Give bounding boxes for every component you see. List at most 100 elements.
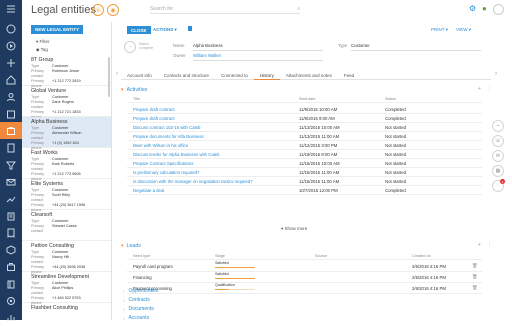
feed-icon[interactable]: ⌁ xyxy=(492,120,504,132)
actions-menu[interactable]: ACTIONS ▾ xyxy=(153,27,177,33)
table-row[interactable]: Prepare draft contract 11/9/2015 9:00 AM C… xyxy=(127,114,482,123)
account-logo[interactable]: ◔ xyxy=(124,41,136,53)
entity-contact[interactable]: Alexander Wilson xyxy=(52,131,82,141)
leads-menu-icon[interactable]: ⋮ xyxy=(487,242,492,248)
search-input[interactable]: Search for ⌕ xyxy=(150,5,300,14)
section-link[interactable]: › Documents xyxy=(123,306,154,312)
tabs-next-arrow[interactable]: › xyxy=(495,71,497,77)
entity-name[interactable]: Global Venture xyxy=(31,88,111,94)
entity-name[interactable]: 8T Group xyxy=(31,57,111,63)
feed-button[interactable]: ◉ xyxy=(107,4,119,16)
table-row[interactable]: Payroll card program Satisfied 2/6/2016 4:… xyxy=(127,261,482,272)
list-scrollbar[interactable] xyxy=(108,57,110,97)
list-item[interactable]: 8T Group Type Customer Primary contact Robin… xyxy=(22,55,111,88)
play-icon[interactable] xyxy=(0,37,22,54)
list-item[interactable]: Streamline Development Type Customer Primar… xyxy=(22,272,111,305)
phone-button[interactable]: ☏ xyxy=(92,4,104,16)
tab-item[interactable]: Attachments and notes xyxy=(280,71,338,80)
documents-icon[interactable] xyxy=(0,139,22,156)
mail-icon[interactable] xyxy=(0,173,22,190)
products-icon[interactable] xyxy=(0,241,22,258)
entity-name[interactable]: Clearsoft xyxy=(31,212,111,218)
delete-icon[interactable]: 🗑 xyxy=(472,274,477,280)
col-created[interactable]: Created on xyxy=(412,254,431,258)
section-link[interactable]: › Accounts xyxy=(123,315,149,321)
table-row[interactable]: Financing Satisfied 2/6/2016 4:16 PM 🗑 xyxy=(127,272,482,283)
tag-button[interactable]: ◆ Tag xyxy=(36,47,48,53)
activity-title[interactable]: Negotiate a deal xyxy=(133,188,164,193)
table-row[interactable]: Meet with Wilson in his office 11/12/2015… xyxy=(127,141,482,150)
activity-title[interactable]: Prepare documents for Alfa Business xyxy=(133,134,204,139)
notifications-icon[interactable]: ◌ 5 xyxy=(492,179,505,192)
activities-add-icon[interactable]: + xyxy=(478,86,481,92)
home-icon[interactable] xyxy=(0,20,22,37)
table-row[interactable]: Discuss tender for Alpha Business with C… xyxy=(127,150,482,159)
phone-icon[interactable]: ☏ xyxy=(492,135,504,147)
calendar-icon[interactable] xyxy=(0,105,22,122)
col-title[interactable]: Title xyxy=(133,97,140,101)
entity-contact[interactable]: Stewart Casse xyxy=(52,224,77,234)
activities-section-header[interactable]: ▾ Activities xyxy=(121,87,147,93)
list-item[interactable]: Elite Systems Type Customer Primary contact… xyxy=(22,179,111,212)
menu-icon[interactable] xyxy=(0,0,22,17)
col-need[interactable]: Need type xyxy=(133,254,150,258)
table-row[interactable]: Prepare Contract Specifications 11/16/201… xyxy=(127,159,482,168)
col-start[interactable]: Start date xyxy=(299,97,315,101)
print-menu[interactable]: PRINT ▾ xyxy=(431,27,448,33)
entity-name[interactable]: Streamline Development xyxy=(31,274,111,280)
list-item[interactable]: Alpha Business Type Customer Primary contac… xyxy=(22,117,111,150)
knowledge-icon[interactable] xyxy=(0,275,22,292)
new-legal-entity-button[interactable]: NEW LEGAL ENTITY xyxy=(31,25,84,34)
close-button[interactable]: CLOSE xyxy=(127,26,151,34)
table-row[interactable]: Payment processing Qualification 2/6/2016 … xyxy=(127,283,482,294)
list-item[interactable]: Clearsoft Type Customer Primary contact Stew… xyxy=(22,210,111,241)
entity-name[interactable]: Pattion Consulting xyxy=(31,243,111,249)
activities-menu-icon[interactable]: ⋮ xyxy=(487,86,492,92)
view-menu[interactable]: VIEW ▾ xyxy=(456,27,471,33)
contacts-icon[interactable] xyxy=(0,88,22,105)
col-source[interactable]: Source xyxy=(315,254,327,258)
dashboard-icon[interactable] xyxy=(0,71,22,88)
table-row[interactable]: Negotiate a deal 10/7/2015 12:00 PM Comple… xyxy=(127,186,482,195)
cases-icon[interactable] xyxy=(0,258,22,275)
entity-name[interactable]: Alpha Business xyxy=(31,119,111,125)
delete-icon[interactable]: 🗑 xyxy=(472,285,477,291)
filter-button[interactable]: ▾ Filter xyxy=(36,39,50,45)
entity-contact[interactable]: Nancy Hill xyxy=(52,255,69,265)
list-item[interactable]: Fast Works Type Customer Primary contact Kat… xyxy=(22,148,111,181)
campaigns-icon[interactable] xyxy=(0,292,22,309)
table-row[interactable]: Discuss contract 102-15 with Caleb 11/13/… xyxy=(127,123,482,132)
orders-icon[interactable] xyxy=(0,207,22,224)
tab-item[interactable]: Contacts and structure xyxy=(158,71,215,80)
entity-contact[interactable]: Kate Roberts xyxy=(52,162,74,172)
opportunities-icon[interactable] xyxy=(0,190,22,207)
table-row[interactable]: Is discussion with the manager on negoti… xyxy=(127,177,482,186)
activity-title[interactable]: Prepare draft contract xyxy=(133,116,175,121)
schedule-icon[interactable]: ▦ xyxy=(492,165,504,177)
entity-name[interactable]: Elite Systems xyxy=(31,181,111,187)
profile-icon[interactable]: ● xyxy=(482,4,487,13)
add-icon[interactable] xyxy=(0,54,22,71)
user-avatar[interactable] xyxy=(493,4,504,15)
entity-contact[interactable]: Alice Phillips xyxy=(52,286,73,296)
accounts-icon[interactable] xyxy=(0,122,22,139)
tab-item[interactable]: History xyxy=(253,71,280,80)
tab-item[interactable]: Feed xyxy=(338,71,360,80)
entity-contact[interactable]: Robinson Jesse xyxy=(52,69,79,79)
delete-icon[interactable]: 🗑 xyxy=(472,263,477,269)
analytics-icon[interactable] xyxy=(0,309,22,326)
section-link[interactable]: › Contracts xyxy=(123,297,150,303)
invoices-icon[interactable] xyxy=(0,224,22,241)
activity-title[interactable]: Meet with Wilson in his office xyxy=(133,143,188,148)
col-status[interactable]: Status xyxy=(385,97,396,101)
entity-name[interactable]: Flashbet Consulting xyxy=(31,305,111,311)
section-link[interactable]: › Opportunities xyxy=(123,288,158,294)
entity-name[interactable]: Fast Works xyxy=(31,150,111,156)
tag-icon[interactable] xyxy=(188,26,192,31)
table-row[interactable]: Prepare documents for Alfa Business 11/13… xyxy=(127,132,482,141)
entity-contact[interactable]: Zane Rogers xyxy=(52,100,74,110)
leads-icon[interactable] xyxy=(0,156,22,173)
col-stage[interactable]: Stage xyxy=(215,254,225,258)
list-item[interactable]: Flashbet Consulting xyxy=(22,303,111,320)
lead-need[interactable]: Payroll card program xyxy=(133,264,173,269)
